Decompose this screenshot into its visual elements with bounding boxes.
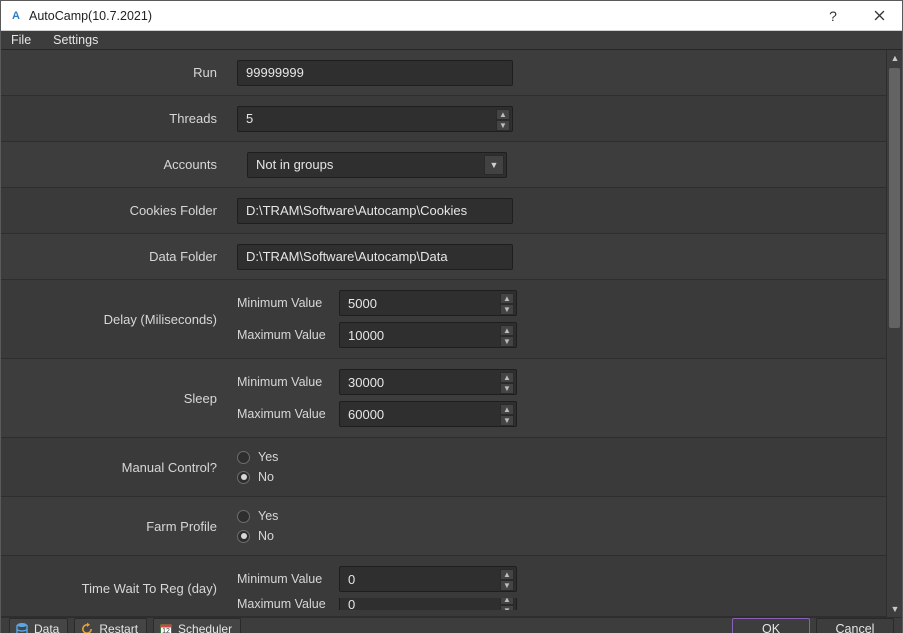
delay-min-input[interactable]: 5000 ▲▼ [339,290,517,316]
vertical-scrollbar[interactable]: ▲ ▼ [886,50,902,617]
manual-control-no-label: No [258,470,274,484]
scheduler-button[interactable]: 12 Scheduler [153,618,241,633]
manual-control-yes-label: Yes [258,450,278,464]
threads-label: Threads [1,96,231,141]
time-wait-max-label: Maximum Value [237,598,333,610]
delay-max-label: Maximum Value [237,328,333,342]
window-title: AutoCamp(10.7.2021) [29,9,152,23]
manual-control-yes-radio[interactable] [237,451,250,464]
data-button[interactable]: Data [9,618,68,633]
time-wait-min-spinner[interactable]: ▲▼ [500,569,514,589]
threads-spinner[interactable]: ▲▼ [496,109,510,129]
delay-max-spinner[interactable]: ▲▼ [500,325,514,345]
manual-control-label: Manual Control? [1,444,231,490]
sleep-min-spinner[interactable]: ▲▼ [500,372,514,392]
sleep-max-label: Maximum Value [237,407,333,421]
form-area: Run 99999999 Threads 5 ▲▼ [1,50,902,617]
menu-settings[interactable]: Settings [49,31,102,49]
delay-min-label: Minimum Value [237,296,333,310]
ok-button[interactable]: OK [732,618,810,633]
close-button[interactable] [856,1,902,31]
scroll-thumb[interactable] [889,68,900,328]
time-wait-max-input[interactable]: 0 ▲▼ [339,598,517,610]
run-label: Run [1,50,231,95]
delay-label: Delay (Miliseconds) [1,284,231,354]
farm-profile-no-radio[interactable] [237,530,250,543]
data-folder-label: Data Folder [1,234,231,279]
delay-min-spinner[interactable]: ▲▼ [500,293,514,313]
run-input[interactable]: 99999999 [237,60,513,86]
menubar: File Settings [1,31,902,50]
cancel-button[interactable]: Cancel [816,618,894,633]
app-icon: A [9,9,23,23]
close-icon [874,10,885,21]
sleep-min-input[interactable]: 30000 ▲▼ [339,369,517,395]
database-icon [14,621,30,633]
app-window: A AutoCamp(10.7.2021) ? File Settings Ru… [0,0,903,633]
sleep-min-label: Minimum Value [237,375,333,389]
restart-button[interactable]: Restart [74,618,147,633]
sleep-max-input[interactable]: 60000 ▲▼ [339,401,517,427]
titlebar: A AutoCamp(10.7.2021) ? [1,1,902,31]
svg-text:12: 12 [162,628,170,633]
restart-icon [79,621,95,633]
farm-profile-yes-label: Yes [258,509,278,523]
sleep-max-spinner[interactable]: ▲▼ [500,404,514,424]
scroll-up-icon[interactable]: ▲ [887,50,903,66]
cookies-folder-label: Cookies Folder [1,188,231,233]
farm-profile-no-label: No [258,529,274,543]
help-button[interactable]: ? [810,1,856,31]
farm-profile-label: Farm Profile [1,503,231,549]
threads-input[interactable]: 5 ▲▼ [237,106,513,132]
calendar-icon: 12 [158,621,174,633]
time-wait-min-label: Minimum Value [237,572,333,586]
manual-control-no-radio[interactable] [237,471,250,484]
scroll-down-icon[interactable]: ▼ [887,601,903,617]
bottom-bar: Data Restart 12 Scheduler OK Cancel [1,617,902,633]
delay-max-input[interactable]: 10000 ▲▼ [339,322,517,348]
cookies-folder-input[interactable]: D:\TRAM\Software\Autocamp\Cookies [237,198,513,224]
time-wait-min-input[interactable]: 0 ▲▼ [339,566,517,592]
accounts-label: Accounts [1,142,231,187]
farm-profile-yes-radio[interactable] [237,510,250,523]
sleep-label: Sleep [1,363,231,433]
time-wait-label: Time Wait To Reg (day) [1,560,231,616]
accounts-combo[interactable]: Not in groups ▼ [247,152,507,178]
chevron-down-icon[interactable]: ▼ [484,155,504,175]
time-wait-max-spinner[interactable]: ▲▼ [500,598,514,610]
menu-file[interactable]: File [7,31,35,49]
data-folder-input[interactable]: D:\TRAM\Software\Autocamp\Data [237,244,513,270]
